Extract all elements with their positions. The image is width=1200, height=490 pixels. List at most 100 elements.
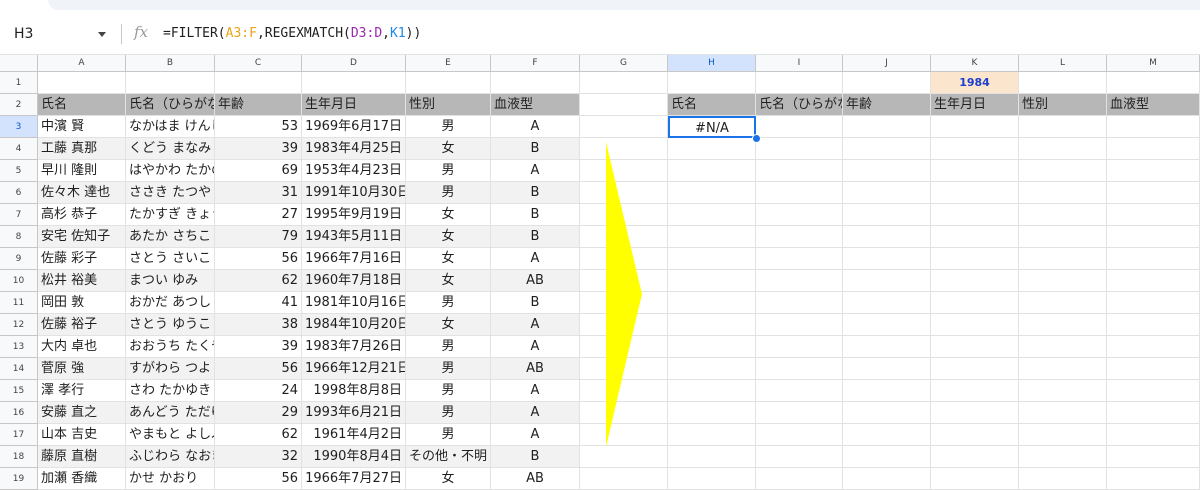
cell-f7[interactable]: B [491,204,580,226]
row-header-16[interactable]: 16 [0,402,38,424]
cell-h15[interactable] [668,380,756,402]
column-header-c[interactable]: C [215,55,302,72]
cell-m9[interactable] [1107,248,1200,270]
cell-c7[interactable]: 27 [215,204,302,226]
cell-c11[interactable]: 41 [215,292,302,314]
cell-g1[interactable] [580,72,668,94]
cell-c2[interactable]: 年齢 [215,94,302,116]
cell-m14[interactable] [1107,358,1200,380]
cell-f2[interactable]: 血液型 [491,94,580,116]
cell-a14[interactable]: 菅原 強 [38,358,126,380]
cell-b8[interactable]: あたか さちこ [126,226,215,248]
row-header-11[interactable]: 11 [0,292,38,314]
cell-c8[interactable]: 79 [215,226,302,248]
cell-i17[interactable] [756,424,843,446]
cell-j14[interactable] [843,358,931,380]
cell-l19[interactable] [1019,468,1107,490]
cell-i19[interactable] [756,468,843,490]
cell-e15[interactable]: 男 [406,380,491,402]
cell-l4[interactable] [1019,138,1107,160]
row-header-15[interactable]: 15 [0,380,38,402]
cell-f1[interactable] [491,72,580,94]
cell-h1[interactable] [668,72,756,94]
cell-l7[interactable] [1019,204,1107,226]
cell-a4[interactable]: 工藤 真那 [38,138,126,160]
column-header-m[interactable]: M [1107,55,1200,72]
cell-b6[interactable]: ささき たつや [126,182,215,204]
cell-a8[interactable]: 安宅 佐知子 [38,226,126,248]
cell-j1[interactable] [843,72,931,94]
cell-a18[interactable]: 藤原 直樹 [38,446,126,468]
row-header-9[interactable]: 9 [0,248,38,270]
cell-c15[interactable]: 24 [215,380,302,402]
cell-e2[interactable]: 性別 [406,94,491,116]
cell-d16[interactable]: 1993年6月21日 [302,402,406,424]
column-header-i[interactable]: I [756,55,843,72]
column-header-d[interactable]: D [302,55,406,72]
cell-b7[interactable]: たかすぎ きょうこ [126,204,215,226]
cell-j19[interactable] [843,468,931,490]
cell-b19[interactable]: かせ かおり [126,468,215,490]
cell-c9[interactable]: 56 [215,248,302,270]
cell-j18[interactable] [843,446,931,468]
select-all-corner[interactable] [0,55,38,72]
cell-f15[interactable]: A [491,380,580,402]
row-header-14[interactable]: 14 [0,358,38,380]
cell-d2[interactable]: 生年月日 [302,94,406,116]
cell-k1[interactable]: 1984 [931,72,1019,94]
cell-d11[interactable]: 1981年10月16日 [302,292,406,314]
cell-j15[interactable] [843,380,931,402]
cell-a17[interactable]: 山本 吉史 [38,424,126,446]
cell-g3[interactable] [580,116,668,138]
cell-a5[interactable]: 早川 隆則 [38,160,126,182]
cell-d12[interactable]: 1984年10月20日 [302,314,406,336]
cell-j12[interactable] [843,314,931,336]
cell-k18[interactable] [931,446,1019,468]
row-header-7[interactable]: 7 [0,204,38,226]
cell-h17[interactable] [668,424,756,446]
cell-i11[interactable] [756,292,843,314]
column-header-l[interactable]: L [1019,55,1107,72]
cell-b5[interactable]: はやかわ たかのり [126,160,215,182]
cell-c1[interactable] [215,72,302,94]
cell-k8[interactable] [931,226,1019,248]
cell-l12[interactable] [1019,314,1107,336]
cell-e5[interactable]: 男 [406,160,491,182]
column-header-j[interactable]: J [843,55,931,72]
cell-d18[interactable]: 1990年8月4日 [302,446,406,468]
cell-j9[interactable] [843,248,931,270]
cell-h3[interactable]: #N/A [668,116,756,138]
cell-e9[interactable]: 女 [406,248,491,270]
cell-h19[interactable] [668,468,756,490]
cell-f17[interactable]: A [491,424,580,446]
row-header-10[interactable]: 10 [0,270,38,292]
row-header-19[interactable]: 19 [0,468,38,490]
cell-l11[interactable] [1019,292,1107,314]
cell-b4[interactable]: くどう まなみ [126,138,215,160]
cell-j11[interactable] [843,292,931,314]
cell-e13[interactable]: 男 [406,336,491,358]
cell-f9[interactable]: A [491,248,580,270]
cell-b10[interactable]: まつい ゆみ [126,270,215,292]
cell-a19[interactable]: 加瀬 香織 [38,468,126,490]
cell-a11[interactable]: 岡田 敦 [38,292,126,314]
cell-b14[interactable]: すがわら つよし [126,358,215,380]
cell-f19[interactable]: AB [491,468,580,490]
cell-k3[interactable] [931,116,1019,138]
cell-e8[interactable]: 女 [406,226,491,248]
cell-j17[interactable] [843,424,931,446]
cell-m7[interactable] [1107,204,1200,226]
cell-m12[interactable] [1107,314,1200,336]
cell-c6[interactable]: 31 [215,182,302,204]
cell-b1[interactable] [126,72,215,94]
cell-k6[interactable] [931,182,1019,204]
cell-i3[interactable] [756,116,843,138]
cell-e10[interactable]: 女 [406,270,491,292]
cell-k16[interactable] [931,402,1019,424]
cell-b12[interactable]: さとう ゆうこ [126,314,215,336]
cell-h14[interactable] [668,358,756,380]
cell-h8[interactable] [668,226,756,248]
column-header-e[interactable]: E [406,55,491,72]
cell-m3[interactable] [1107,116,1200,138]
cell-l8[interactable] [1019,226,1107,248]
